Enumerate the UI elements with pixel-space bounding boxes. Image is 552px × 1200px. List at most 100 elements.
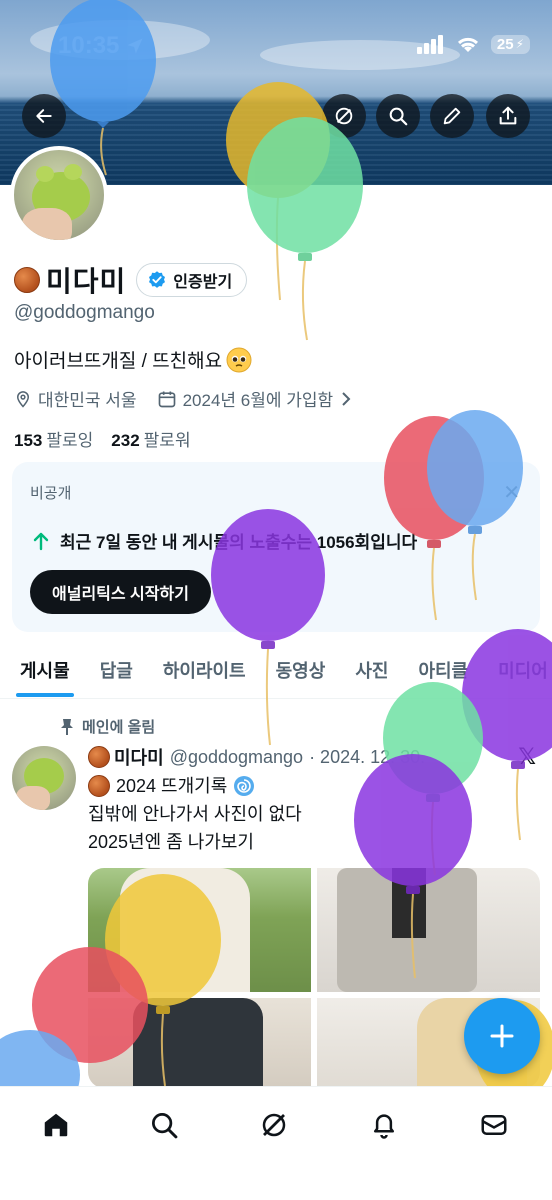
pinned-indicator: 메인에 올림 <box>60 716 155 737</box>
nav-notifications[interactable] <box>364 1105 404 1145</box>
avatar-hand <box>22 208 72 240</box>
balloon-blue-lower <box>0 1030 80 1086</box>
tab-articles[interactable]: 아티클 <box>418 645 468 698</box>
tab-replies[interactable]: 답글 <box>100 645 133 698</box>
back-button[interactable] <box>22 94 66 138</box>
x-logo-icon: 𝕏 <box>518 744 536 769</box>
search-button[interactable] <box>376 94 420 138</box>
cyclone-emoji-icon <box>234 776 255 796</box>
yarn-ball-icon <box>88 746 110 768</box>
balloon-green-right <box>383 682 483 876</box>
profile-meta: 대한민국 서울 2024년 6월에 가입함 <box>14 386 353 411</box>
wifi-icon <box>457 37 478 52</box>
impressions-message: 최근 7일 동안 내 게시물의 노출수는 1056회입니다 <box>32 528 417 553</box>
start-analytics-button[interactable]: 애널리틱스 시작하기 <box>30 570 211 614</box>
chevron-right-icon <box>342 391 351 406</box>
photo-scarf <box>392 868 426 938</box>
analytics-card: 비공개 ✕ 최근 7일 동안 내 게시물의 노출수는 1056회입니다 애널리틱… <box>12 462 540 632</box>
arrow-up-icon <box>33 532 49 550</box>
status-time-text: 10:35 <box>58 32 120 59</box>
grok-icon <box>335 107 353 125</box>
battery-level: 25 <box>496 35 514 53</box>
tab-highlights[interactable]: 하이라이트 <box>163 645 246 698</box>
post-line-3: 2025년엔 좀 나가보기 <box>88 832 254 852</box>
profile-tabs: 게시물 답글 하이라이트 동영상 사진 아티클 미디어 <box>0 645 552 699</box>
post-photo-1[interactable] <box>88 868 311 992</box>
follow-stats: 153 팔로잉 232 팔로워 <box>14 426 191 451</box>
tab-media[interactable]: 미디어 <box>498 645 548 698</box>
signal-icon <box>416 35 443 54</box>
following-label: 팔로잉 <box>46 431 94 450</box>
charging-icon: ⚡ <box>515 37 524 51</box>
post-author[interactable]: 미다미 <box>88 744 164 770</box>
post-author-name: 미다미 <box>114 748 164 768</box>
tab-photos[interactable]: 사진 <box>355 645 388 698</box>
post-body[interactable]: 2024 뜨개기록 집밖에 안나가서 사진이 없다 2025년엔 좀 나가보기 <box>88 772 302 856</box>
photo-top <box>133 998 263 1088</box>
tab-videos[interactable]: 동영상 <box>276 645 326 698</box>
profile-name: 미다미 <box>14 260 126 300</box>
status-time: 10:35 <box>58 32 145 60</box>
profile-location: 대한민국 서울 <box>14 386 137 411</box>
bell-icon <box>374 1114 394 1139</box>
yarn-ball-icon <box>88 775 110 797</box>
get-verified-label: 인증받기 <box>173 274 233 291</box>
calendar-icon <box>158 391 175 407</box>
get-verified-button[interactable]: 인증받기 <box>136 263 248 297</box>
nav-search[interactable] <box>144 1105 184 1145</box>
post-line-1: 2024 뜨개기록 <box>88 772 302 800</box>
edit-button[interactable] <box>430 94 474 138</box>
profile-joined[interactable]: 2024년 6월에 가입함 <box>157 386 354 411</box>
pleading-face-emoji-icon <box>226 347 252 372</box>
followers-link[interactable]: 232 팔로워 <box>111 426 190 451</box>
post-avatar[interactable] <box>12 746 76 810</box>
impressions-message-text: 최근 7일 동안 내 게시물의 노출수는 1056회입니다 <box>60 533 418 552</box>
avatar-frog-eye <box>64 164 82 180</box>
nav-grok[interactable] <box>254 1105 294 1145</box>
followers-label: 팔로워 <box>143 431 191 450</box>
avatar-frog-eye <box>36 166 54 182</box>
avatar-hand <box>16 786 50 810</box>
profile-name-row: 미다미 인증받기 <box>14 260 248 300</box>
profile-avatar[interactable] <box>10 146 108 244</box>
nav-home[interactable] <box>36 1105 76 1145</box>
profile-name-text: 미다미 <box>46 266 127 297</box>
compose-post-button[interactable] <box>464 998 540 1074</box>
nav-messages[interactable] <box>474 1105 514 1145</box>
battery-indicator: 25 ⚡ <box>490 34 530 54</box>
post-line-2: 집밖에 안나가서 사진이 없다 <box>88 804 302 824</box>
home-icon <box>44 1113 68 1137</box>
grok-icon <box>262 1113 286 1137</box>
location-arrow-icon <box>127 38 143 54</box>
pinned-label: 메인에 올림 <box>82 719 156 736</box>
tab-posts[interactable]: 게시물 <box>16 645 74 698</box>
mail-icon <box>481 1115 507 1135</box>
share-icon <box>499 106 517 125</box>
status-bar: 10:35 25 ⚡ <box>0 0 552 90</box>
share-button[interactable] <box>486 94 530 138</box>
pin-icon <box>61 718 73 735</box>
post-photo-3[interactable] <box>88 998 311 1088</box>
search-icon <box>152 1113 178 1139</box>
bottom-navigation <box>0 1086 552 1200</box>
location-pin-icon <box>16 390 30 408</box>
profile-handle: @goddogmango <box>14 302 155 323</box>
close-icon[interactable]: ✕ <box>503 480 520 505</box>
profile-joined-text: 2024년 6월에 가입함 <box>182 391 334 410</box>
following-link[interactable]: 153 팔로잉 <box>14 426 93 451</box>
profile-bio-text: 아이러브뜨개질 / 뜨친해요 <box>14 351 223 372</box>
plus-icon <box>490 1024 514 1048</box>
profile-bio: 아이러브뜨개질 / 뜨친해요 <box>14 346 252 373</box>
status-right: 25 ⚡ <box>416 34 530 54</box>
yarn-ball-icon <box>14 267 40 293</box>
post-date: · 2024. 12. 30. <box>309 746 426 767</box>
post-photo-2[interactable] <box>317 868 540 992</box>
private-label: 비공개 <box>30 485 72 502</box>
profile-location-text: 대한민국 서울 <box>38 391 137 410</box>
post-author-handle: @goddogmango <box>169 746 304 767</box>
grok-button[interactable] <box>322 94 366 138</box>
photo-cardigan <box>120 868 250 992</box>
verified-badge-icon <box>149 271 166 288</box>
post-line-1-text: 2024 뜨개기록 <box>116 776 228 796</box>
followers-count: 232 <box>111 431 140 450</box>
